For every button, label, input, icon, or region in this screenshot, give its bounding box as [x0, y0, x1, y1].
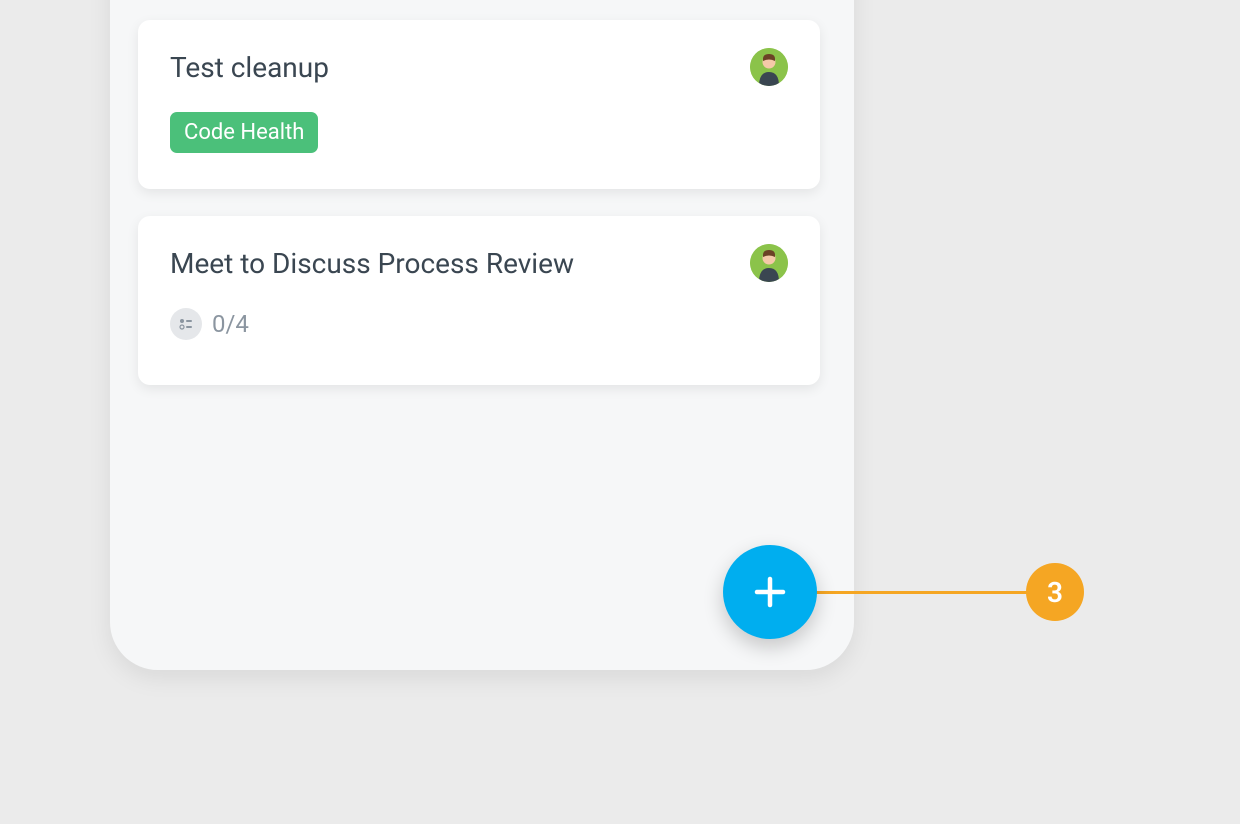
task-card[interactable]: Test cleanup Code Health: [138, 20, 820, 189]
callout-line: [800, 591, 1028, 594]
checklist-count: 0/4: [212, 310, 249, 338]
card-body: 0/4: [170, 308, 788, 340]
card-body: Code Health: [170, 112, 788, 153]
card-header: Meet to Discuss Process Review: [170, 244, 788, 282]
card-title: Test cleanup: [170, 51, 329, 84]
avatar[interactable]: [750, 48, 788, 86]
callout-number: 3: [1047, 576, 1063, 609]
add-button[interactable]: [723, 545, 817, 639]
checklist-icon: [170, 308, 202, 340]
tag-badge[interactable]: Code Health: [170, 112, 318, 153]
card-title: Meet to Discuss Process Review: [170, 247, 574, 280]
task-card[interactable]: Meet to Discuss Process Review 0: [138, 216, 820, 385]
avatar[interactable]: [750, 244, 788, 282]
avatar-icon: [750, 48, 788, 86]
callout-badge: 3: [1026, 563, 1084, 621]
avatar-icon: [750, 244, 788, 282]
card-header: Test cleanup: [170, 48, 788, 86]
plus-icon: [752, 574, 788, 610]
